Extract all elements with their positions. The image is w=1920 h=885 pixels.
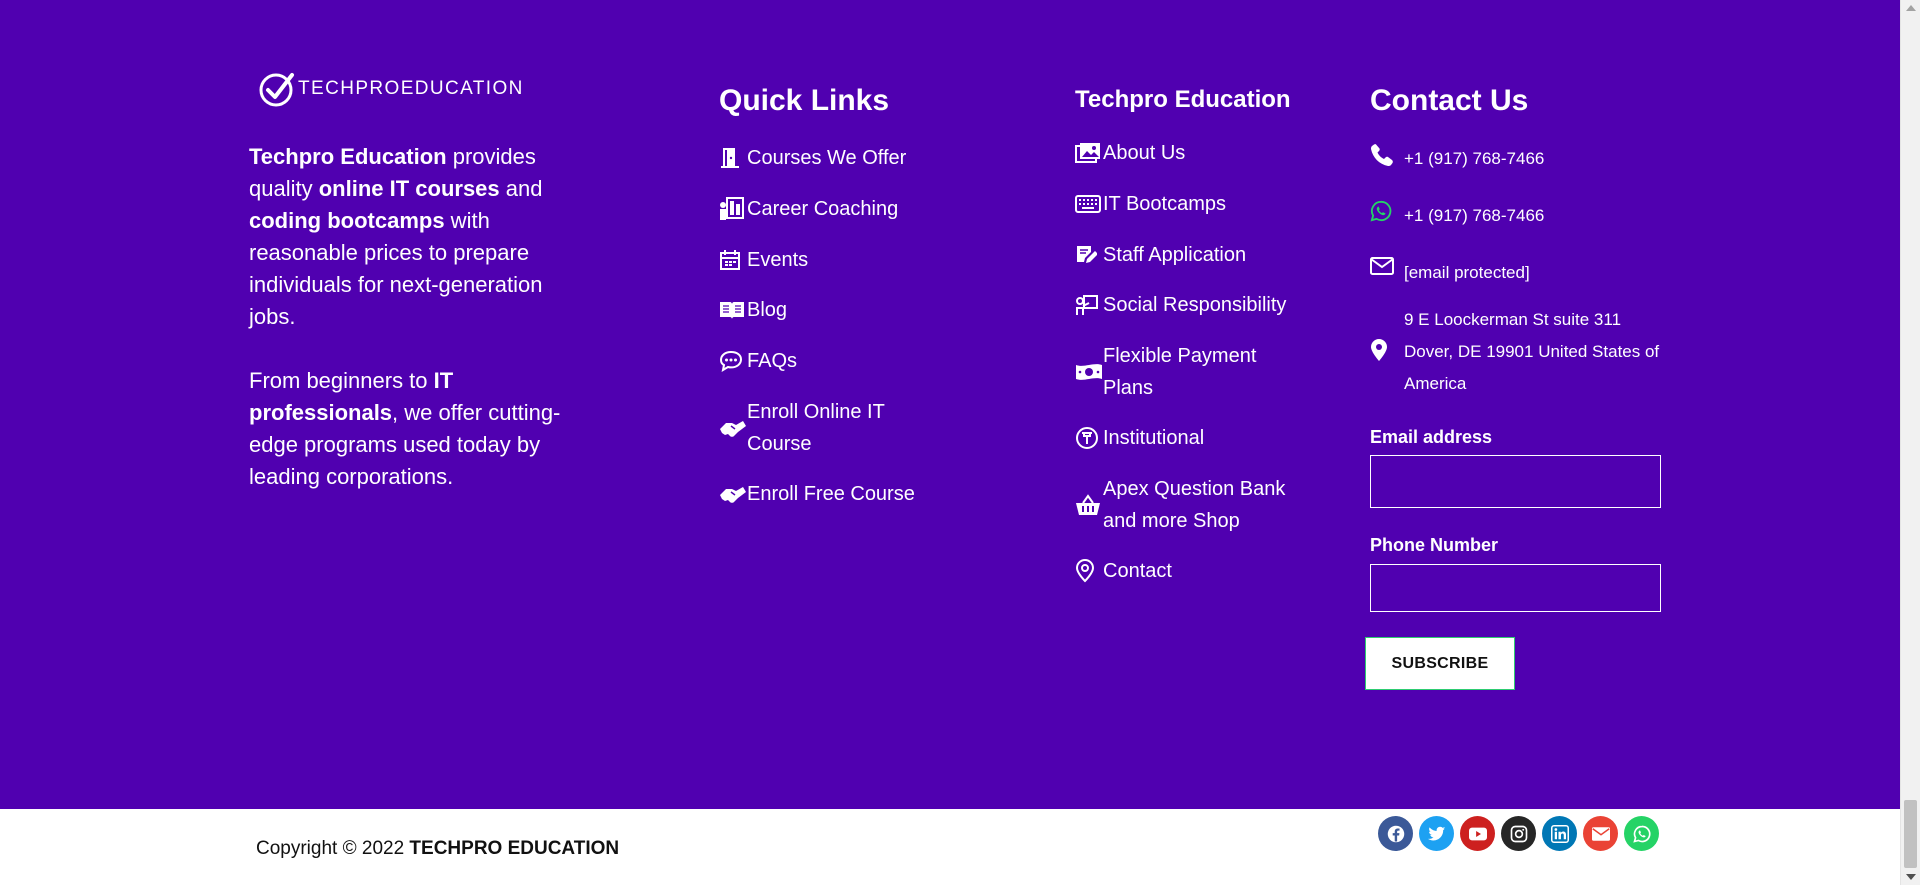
instagram-icon[interactable] <box>1501 816 1536 851</box>
email-field-label: Email address <box>1370 427 1493 447</box>
logo-text: TECHPROEDUCATION <box>298 78 524 99</box>
quick-link-label[interactable]: Events <box>747 244 917 276</box>
quick-links-heading: Quick Links <box>719 84 890 117</box>
quick-link-enroll-online[interactable]: Enroll Online IT Course <box>719 396 917 460</box>
quick-link-label[interactable]: Courses We Offer <box>747 142 917 174</box>
techpro-link-staff[interactable]: Staff Application <box>1075 239 1303 271</box>
about-paragraph-2: From beginners to IT professionals, we o… <box>249 365 579 493</box>
quick-link-faqs[interactable]: FAQs <box>719 345 917 377</box>
copyright-prefix: Copyright © 2022 <box>256 838 410 859</box>
quick-link-blog[interactable]: Blog <box>719 294 917 326</box>
quick-link-events[interactable]: Events <box>719 244 917 276</box>
checkmark-circle-icon <box>259 73 294 107</box>
handshake-icon <box>719 414 747 442</box>
about-run: and <box>499 176 543 201</box>
site-logo[interactable]: TECHPROEDUCATION <box>258 69 524 109</box>
phone-field[interactable] <box>1370 564 1661 612</box>
contact-phone[interactable]: +1 (917) 768-7466 <box>1370 143 1544 175</box>
presenter-icon <box>1075 291 1103 319</box>
address-text: 9 E Loockerman St suite 311 Dover, DE 19… <box>1404 310 1660 393</box>
copyright-brand: TECHPRO EDUCATION <box>409 838 620 859</box>
phone-number[interactable]: +1 (917) 768-7466 <box>1404 143 1544 175</box>
envelope-outline-icon <box>1370 257 1404 275</box>
quick-link-career[interactable]: Career Coaching <box>719 193 917 225</box>
about-highlight: Techpro Education <box>249 144 447 169</box>
techpro-link-label[interactable]: Institutional <box>1103 422 1303 454</box>
techpro-link-social[interactable]: Social Responsibility <box>1075 289 1303 321</box>
footer-main: TECHPROEDUCATION Techpro Education provi… <box>0 0 1900 809</box>
techpro-link-label[interactable]: Social Responsibility <box>1103 289 1303 321</box>
phone-field-label: Phone Number <box>1370 535 1499 555</box>
email-address[interactable]: [email protected] <box>1404 257 1530 289</box>
keyboard-icon <box>1075 190 1103 218</box>
about-paragraph-1: Techpro Education provides quality onlin… <box>249 141 579 333</box>
techpro-link-label[interactable]: Staff Application <box>1103 239 1303 271</box>
quick-link-enroll-free[interactable]: Enroll Free Course <box>719 478 917 510</box>
quick-link-label[interactable]: FAQs <box>747 345 917 377</box>
techpro-link-contact[interactable]: Contact <box>1075 555 1303 587</box>
handshake-icon <box>719 480 747 508</box>
social-icons <box>1378 816 1659 851</box>
techpro-link-bootcamps[interactable]: IT Bootcamps <box>1075 188 1303 220</box>
institution-icon <box>1075 424 1103 452</box>
quick-link-label[interactable]: Enroll Online IT Course <box>747 396 917 460</box>
facebook-icon[interactable] <box>1378 816 1413 851</box>
contact-address: 9 E Loockerman St suite 311 Dover, DE 19… <box>1370 304 1669 400</box>
money-bill-icon <box>1075 358 1103 386</box>
basket-icon <box>1075 491 1103 519</box>
edit-form-icon <box>1075 241 1103 269</box>
twitter-icon[interactable] <box>1419 816 1454 851</box>
linkedin-icon[interactable] <box>1542 816 1577 851</box>
people-board-icon <box>719 195 747 223</box>
quick-link-label[interactable]: Career Coaching <box>747 193 917 225</box>
techpro-link-label[interactable]: Contact <box>1103 555 1303 587</box>
quick-link-courses[interactable]: Courses We Offer <box>719 142 917 174</box>
map-marker-icon <box>1370 338 1404 362</box>
techpro-heading: Techpro Education <box>1075 86 1291 113</box>
techpro-link-label[interactable]: Apex Question Bank and more Shop <box>1103 473 1303 537</box>
chat-bubble-icon <box>719 347 747 375</box>
photo-icon <box>1075 139 1103 167</box>
scroll-up-arrow-icon[interactable] <box>1906 5 1916 11</box>
contact-email[interactable]: [email protected] <box>1370 257 1530 289</box>
techpro-link-payment[interactable]: Flexible Payment Plans <box>1075 340 1303 404</box>
subscribe-button[interactable]: SUBSCRIBE <box>1365 637 1515 690</box>
scrollbar-thumb[interactable] <box>1904 800 1917 868</box>
quick-link-label[interactable]: Blog <box>747 294 917 326</box>
youtube-icon[interactable] <box>1460 816 1495 851</box>
calendar-icon <box>719 246 747 274</box>
techpro-link-label[interactable]: Flexible Payment Plans <box>1103 340 1303 404</box>
about-text: Techpro Education provides quality onlin… <box>249 141 579 525</box>
door-icon <box>719 144 747 172</box>
map-pin-outline-icon <box>1075 557 1103 585</box>
about-highlight: online IT courses <box>318 176 500 201</box>
copyright-text: Copyright © 2022 TECHPRO EDUCATION <box>256 838 619 860</box>
about-highlight: coding bootcamps <box>249 208 445 233</box>
quick-link-label[interactable]: Enroll Free Course <box>747 478 917 510</box>
whatsapp-number[interactable]: +1 (917) 768-7466 <box>1404 200 1544 232</box>
techpro-link-institutional[interactable]: Institutional <box>1075 422 1303 454</box>
email-field[interactable] <box>1370 455 1661 508</box>
contact-whatsapp[interactable]: +1 (917) 768-7466 <box>1370 200 1544 232</box>
techpro-link-label[interactable]: About Us <box>1103 137 1303 169</box>
techpro-link-about[interactable]: About Us <box>1075 137 1303 169</box>
book-open-icon <box>719 296 747 324</box>
whatsapp-icon[interactable] <box>1624 816 1659 851</box>
phone-icon <box>1370 143 1404 167</box>
techpro-link-shop[interactable]: Apex Question Bank and more Shop <box>1075 473 1303 537</box>
scroll-down-arrow-icon[interactable] <box>1906 874 1916 880</box>
about-run: From beginners to <box>249 368 434 393</box>
envelope-icon[interactable] <box>1583 816 1618 851</box>
techpro-link-label[interactable]: IT Bootcamps <box>1103 188 1303 220</box>
whatsapp-icon <box>1370 200 1404 222</box>
contact-heading: Contact Us <box>1370 84 1529 117</box>
vertical-scrollbar[interactable] <box>1900 0 1920 885</box>
